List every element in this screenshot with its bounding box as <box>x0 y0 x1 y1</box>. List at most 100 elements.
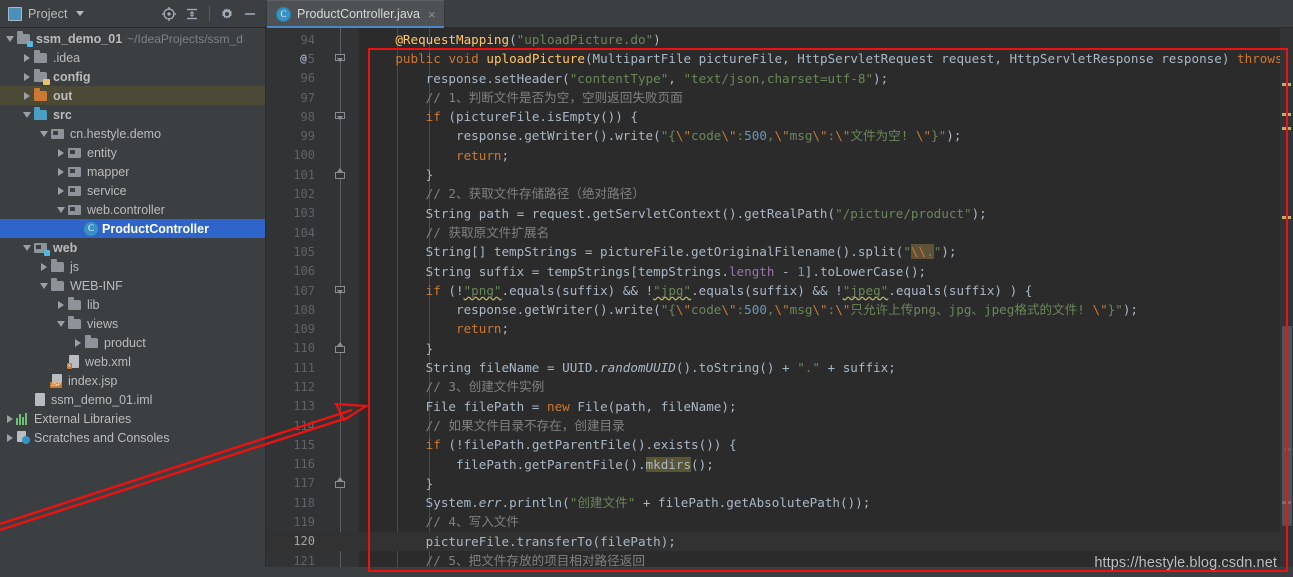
tree-item-views[interactable]: views <box>0 314 265 333</box>
gutter-line-119[interactable]: 119 <box>266 512 359 531</box>
code-line-107[interactable]: if (!"png".equals(suffix) && !"jpg".equa… <box>359 281 1280 300</box>
tree-item-config[interactable]: config <box>0 67 265 86</box>
collapse-arrow-icon[interactable] <box>38 130 50 137</box>
gutter-line-96[interactable]: 96 <box>266 69 359 88</box>
locate-icon[interactable] <box>159 4 179 24</box>
editor-code-area[interactable]: @RequestMapping("uploadPicture.do") publ… <box>359 28 1280 577</box>
tree-item-lib[interactable]: lib <box>0 295 265 314</box>
collapse-arrow-icon[interactable] <box>55 206 67 213</box>
warning-marker[interactable] <box>1282 83 1291 86</box>
collapse-arrow-icon[interactable] <box>38 282 50 289</box>
code-line-119[interactable]: // 4、写入文件 <box>359 512 1280 531</box>
gutter-line-110[interactable]: 110 <box>266 339 359 358</box>
code-fold-icon[interactable] <box>335 168 346 180</box>
tree-item-ssm-demo-01[interactable]: ssm_demo_01 ~/IdeaProjects/ssm_d <box>0 29 265 48</box>
editor-marker-bar[interactable] <box>1280 28 1293 577</box>
gutter-line-100[interactable]: 100 <box>266 146 359 165</box>
code-line-111[interactable]: String fileName = UUID.randomUUID().toSt… <box>359 358 1280 377</box>
expand-arrow-icon[interactable] <box>55 186 67 195</box>
code-line-99[interactable]: response.getWriter().write("{\"code\":50… <box>359 126 1280 145</box>
tree-item-js[interactable]: js <box>0 257 265 276</box>
code-line-114[interactable]: // 如果文件目录不存在，创建目录 <box>359 416 1280 435</box>
gutter-line-114[interactable]: 114 <box>266 416 359 435</box>
code-line-110[interactable]: } <box>359 339 1280 358</box>
project-tree[interactable]: ssm_demo_01 ~/IdeaProjects/ssm_d .idea conf… <box>0 28 266 577</box>
gutter-line-107[interactable]: 107 <box>266 281 359 300</box>
code-fold-icon[interactable] <box>335 476 346 489</box>
hide-icon[interactable] <box>240 4 260 24</box>
code-line-116[interactable]: filePath.getParentFile().mkdirs(); <box>359 455 1280 474</box>
code-line-105[interactable]: String[] tempStrings = pictureFile.getOr… <box>359 242 1280 261</box>
expand-arrow-icon[interactable] <box>4 414 16 423</box>
code-fold-icon[interactable] <box>335 53 346 64</box>
gutter-line-112[interactable]: 112 <box>266 377 359 396</box>
gutter-line-102[interactable]: 102 <box>266 184 359 203</box>
tree-item-productcontroller[interactable]: C ProductController <box>0 219 265 238</box>
gutter-line-117[interactable]: 117 <box>266 474 359 493</box>
code-line-113[interactable]: File filePath = new File(path, fileName)… <box>359 397 1280 416</box>
gutter-line-120[interactable]: 120 <box>266 531 359 552</box>
code-line-120[interactable]: pictureFile.transferTo(filePath); <box>359 531 1280 552</box>
code-line-112[interactable]: // 3、创建文件实例 <box>359 377 1280 396</box>
gutter-line-109[interactable]: 109 <box>266 319 359 338</box>
expand-arrow-icon[interactable] <box>38 262 50 271</box>
gutter-line-98[interactable]: 98 <box>266 107 359 126</box>
code-line-98[interactable]: if (pictureFile.isEmpty()) { <box>359 107 1280 126</box>
tree-item-service[interactable]: service <box>0 181 265 200</box>
gutter-line-118[interactable]: 118 <box>266 493 359 512</box>
gutter-line-106[interactable]: 106 <box>266 262 359 281</box>
code-line-104[interactable]: // 获取原文件扩展名 <box>359 223 1280 242</box>
code-line-106[interactable]: String suffix = tempStrings[tempStrings.… <box>359 262 1280 281</box>
expand-arrow-icon[interactable] <box>21 91 33 100</box>
collapse-all-icon[interactable] <box>182 4 202 24</box>
collapse-arrow-icon[interactable] <box>55 320 67 327</box>
tree-item-cn-hestyle-demo[interactable]: cn.hestyle.demo <box>0 124 265 143</box>
expand-arrow-icon[interactable] <box>21 72 33 81</box>
gutter-line-97[interactable]: 97 <box>266 88 359 107</box>
code-line-118[interactable]: System.err.println("创建文件" + filePath.get… <box>359 493 1280 512</box>
expand-arrow-icon[interactable] <box>21 53 33 62</box>
collapse-arrow-icon[interactable] <box>21 111 33 118</box>
gutter-line-103[interactable]: 103 <box>266 204 359 223</box>
gutter-line-108[interactable]: 108 <box>266 300 359 319</box>
code-line-101[interactable]: } <box>359 165 1280 184</box>
editor-gutter[interactable]: 94 @95 96 97 98 99 100 101 102 103 104 105 106 107 108… <box>266 28 359 577</box>
collapse-arrow-icon[interactable] <box>4 35 16 42</box>
project-tool-window-title[interactable]: Project <box>6 6 84 21</box>
tree-item-out[interactable]: out <box>0 86 265 105</box>
gutter-line-104[interactable]: 104 <box>266 223 359 242</box>
gutter-line-111[interactable]: 111 <box>266 358 359 377</box>
expand-arrow-icon[interactable] <box>55 300 67 309</box>
expand-arrow-icon[interactable] <box>4 433 16 442</box>
tree-item-index-jsp[interactable]: JSP index.jsp <box>0 371 265 390</box>
code-fold-icon[interactable] <box>335 111 346 122</box>
code-line-108[interactable]: response.getWriter().write("{\"code\":50… <box>359 300 1280 319</box>
editor-scrollbar-thumb[interactable] <box>1282 326 1292 526</box>
code-line-94[interactable]: @RequestMapping("uploadPicture.do") <box>359 30 1280 49</box>
warning-marker[interactable] <box>1282 113 1291 116</box>
tree-item-web-inf[interactable]: WEB-INF <box>0 276 265 295</box>
gutter-line-105[interactable]: 105 <box>266 242 359 261</box>
tree-item-ssm-demo-01-iml[interactable]: ssm_demo_01.iml <box>0 390 265 409</box>
editor-tab-productcontroller[interactable]: C ProductController.java × <box>266 0 445 28</box>
gutter-line-99[interactable]: 99 <box>266 126 359 145</box>
expand-arrow-icon[interactable] <box>55 167 67 176</box>
tree-item-product[interactable]: product <box>0 333 265 352</box>
tree-item-web-controller[interactable]: web.controller <box>0 200 265 219</box>
chevron-down-icon[interactable] <box>75 11 84 16</box>
expand-arrow-icon[interactable] <box>55 148 67 157</box>
gutter-line-116[interactable]: 116 <box>266 455 359 474</box>
tree-item-external-libraries[interactable]: External Libraries <box>0 409 265 428</box>
close-icon[interactable]: × <box>428 8 436 21</box>
code-line-102[interactable]: // 2、获取文件存储路径（绝对路径） <box>359 184 1280 203</box>
tree-item-src[interactable]: src <box>0 105 265 124</box>
gutter-line-113[interactable]: 113 <box>266 397 359 416</box>
gutter-line-101[interactable]: 101 <box>266 165 359 184</box>
tree-item-mapper[interactable]: mapper <box>0 162 265 181</box>
tree-item-entity[interactable]: entity <box>0 143 265 162</box>
tree-item-web-xml[interactable]: x web.xml <box>0 352 265 371</box>
settings-gear-icon[interactable] <box>217 4 237 24</box>
code-line-115[interactable]: if (!filePath.getParentFile().exists()) … <box>359 435 1280 454</box>
warning-marker[interactable] <box>1282 127 1291 130</box>
code-fold-icon[interactable] <box>335 285 346 296</box>
